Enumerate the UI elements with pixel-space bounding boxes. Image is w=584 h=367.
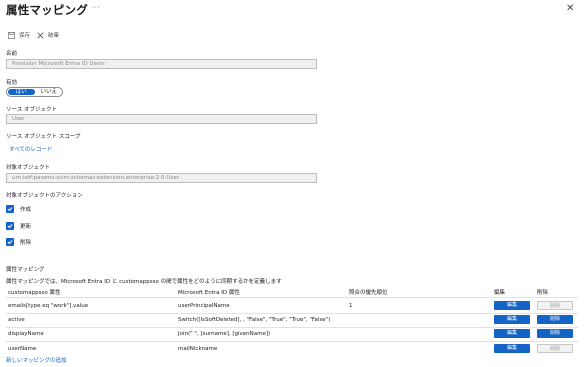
action-create-row[interactable]: 作成 (6, 205, 31, 213)
name-field[interactable]: Provision Microsoft Entra ID Users (6, 59, 317, 69)
row-3-edit-button[interactable]: 編集 (494, 329, 530, 338)
column-header-edit: 編集 (494, 290, 506, 296)
mappings-section-title: 属性マッピング (6, 267, 45, 273)
header-divider (6, 297, 578, 298)
discard-icon (37, 31, 44, 39)
row-2-edit-button[interactable]: 編集 (494, 315, 530, 324)
close-icon[interactable]: ✕ (566, 3, 574, 14)
column-header-precedence: 照合の優先順位 (349, 290, 388, 296)
page-title: 属性マッピング (6, 3, 88, 17)
target-object-label: 対象オブジェクト (6, 165, 51, 171)
enabled-no-option[interactable]: いいえ (36, 88, 63, 96)
action-delete-row[interactable]: 削除 (6, 238, 31, 246)
mappings-description: 属性マッピングでは、Microsoft Entra ID と customapp… (6, 279, 282, 285)
enabled-yes-option[interactable]: はい (8, 89, 35, 95)
checkmark-icon (7, 207, 13, 212)
add-mapping-link[interactable]: 新しいマッピングの追加 (6, 356, 67, 364)
row-divider (6, 341, 578, 342)
update-checkbox[interactable] (6, 222, 14, 230)
row-4-source: mailNickname (178, 346, 218, 352)
source-object-field[interactable]: User (6, 114, 317, 124)
discard-label: 破棄 (48, 33, 60, 39)
row-3-source: Join(" ", [surname], [givenName]) (178, 331, 271, 337)
row-1-delete-button[interactable]: 削除 (537, 301, 573, 310)
row-4-edit-button[interactable]: 編集 (494, 344, 530, 353)
row-2-target: active (8, 317, 25, 323)
checkmark-icon (7, 240, 13, 245)
discard-button[interactable]: 破棄 (37, 31, 59, 39)
checkmark-icon (7, 224, 13, 229)
enabled-label: 有効 (6, 80, 18, 86)
target-actions-label: 対象オブジェクトのアクション (6, 193, 83, 199)
enabled-toggle[interactable]: はい いいえ (6, 87, 63, 97)
row-3-target: displayName (8, 331, 44, 337)
source-scope-label: ソース オブジェクト スコープ (6, 134, 81, 140)
save-label: 保存 (19, 33, 31, 39)
column-header-source: Microsoft Entra ID 属性 (178, 290, 240, 296)
row-3-delete-button[interactable]: 削除 (537, 329, 573, 338)
delete-label: 削除 (20, 240, 32, 246)
save-button[interactable]: 保存 (8, 31, 30, 39)
row-2-delete-button[interactable]: 削除 (537, 315, 573, 324)
row-1-target: emails[type eq "work"].value (8, 303, 89, 309)
row-divider (6, 313, 578, 314)
update-label: 更新 (20, 224, 32, 230)
save-icon (8, 31, 15, 39)
column-header-delete: 削除 (537, 290, 549, 296)
column-header-target: customappsso 属性 (8, 290, 61, 296)
create-checkbox[interactable] (6, 205, 14, 213)
source-object-label: ソース オブジェクト (6, 107, 57, 113)
more-options-icon[interactable]: ··· (92, 3, 100, 12)
row-4-delete-button[interactable]: 削除 (537, 344, 573, 353)
delete-checkbox[interactable] (6, 238, 14, 246)
action-update-row[interactable]: 更新 (6, 222, 31, 230)
row-divider (6, 327, 578, 328)
row-1-edit-button[interactable]: 編集 (494, 301, 530, 310)
name-label: 名前 (6, 51, 18, 57)
create-label: 作成 (20, 207, 32, 213)
source-scope-link[interactable]: すべてのレコード (9, 145, 52, 153)
target-object-field[interactable]: urn:ietf:params:scim:schemas:extension:e… (6, 173, 317, 183)
row-1-precedence: 1 (349, 303, 353, 309)
row-1-source: userPrincipalName (178, 303, 230, 309)
toolbar: 保存 破棄 (8, 31, 66, 39)
row-4-target: userName (8, 346, 37, 352)
row-2-source: Switch([IsSoftDeleted], , "False", "True… (178, 317, 331, 323)
